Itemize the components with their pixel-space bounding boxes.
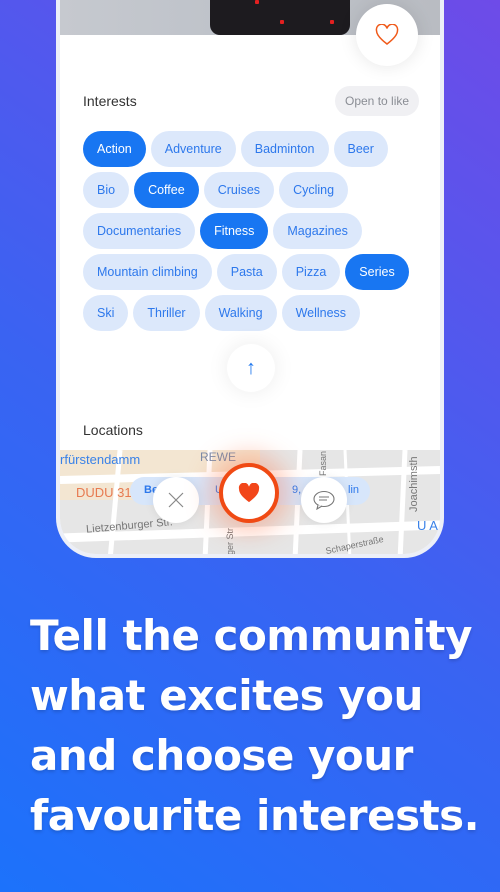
interest-chip[interactable]: Ski <box>83 295 129 331</box>
chat-bubble-icon <box>313 490 335 510</box>
map-label: U A <box>417 518 438 533</box>
photo-subject <box>210 0 350 35</box>
interest-chip[interactable]: Pizza <box>281 254 341 290</box>
locations-title: Locations <box>83 422 143 438</box>
interest-chip[interactable]: Action <box>83 131 146 167</box>
scroll-up-button[interactable]: ↑ <box>227 344 275 392</box>
address-fragment: lin <box>348 484 360 496</box>
map-label: Fasan <box>318 450 328 476</box>
map-label: Joachimsth <box>408 456 420 512</box>
interest-chip[interactable]: Badminton <box>240 131 329 167</box>
interest-chip[interactable]: Adventure <box>150 131 236 167</box>
map-label: rfürstendamm <box>60 452 141 467</box>
open-to-like-button[interactable]: Open to like <box>335 86 420 116</box>
interest-chip[interactable]: Coffee <box>134 172 199 208</box>
interest-chip[interactable]: Pasta <box>216 254 277 290</box>
message-button[interactable] <box>301 477 347 523</box>
arrow-up-icon: ↑ <box>246 356 256 379</box>
heart-outline-icon <box>375 24 399 45</box>
interest-chip[interactable]: Cycling <box>279 172 349 208</box>
like-profile-button[interactable] <box>356 4 418 66</box>
phone-frame: Locations Interests Open to like Action A… <box>56 0 444 558</box>
interest-chip[interactable]: Mountain climbing <box>83 254 212 290</box>
interest-chip[interactable]: Walking <box>204 295 277 331</box>
close-icon <box>168 492 184 508</box>
map-label: REWE <box>200 450 236 464</box>
interest-chip[interactable]: Beer <box>333 131 388 167</box>
map-label: ger Str <box>225 527 235 554</box>
interest-chips: Action Adventure Badminton Beer Bio Coffee Cru… <box>83 131 423 331</box>
phone-screen: Locations Interests Open to like Action A… <box>60 0 440 554</box>
heart-filled-icon <box>238 483 260 503</box>
interest-chip[interactable]: Documentaries <box>83 213 196 249</box>
dismiss-button[interactable] <box>153 477 199 523</box>
interest-chip[interactable]: Cruises <box>203 172 275 208</box>
like-button[interactable] <box>219 463 279 523</box>
interest-chip[interactable]: Bio <box>83 172 130 208</box>
map-label: DUDU 31 <box>76 485 132 500</box>
interest-chip[interactable]: Thriller <box>133 295 200 331</box>
headline: Tell the community what excites you and … <box>30 611 480 840</box>
interest-chip[interactable]: Fitness <box>200 213 269 249</box>
interest-chip[interactable]: Series <box>345 254 409 290</box>
interest-chip[interactable]: Magazines <box>273 213 362 249</box>
interest-chip[interactable]: Wellness <box>281 295 361 331</box>
interests-title: Interests <box>83 93 137 109</box>
